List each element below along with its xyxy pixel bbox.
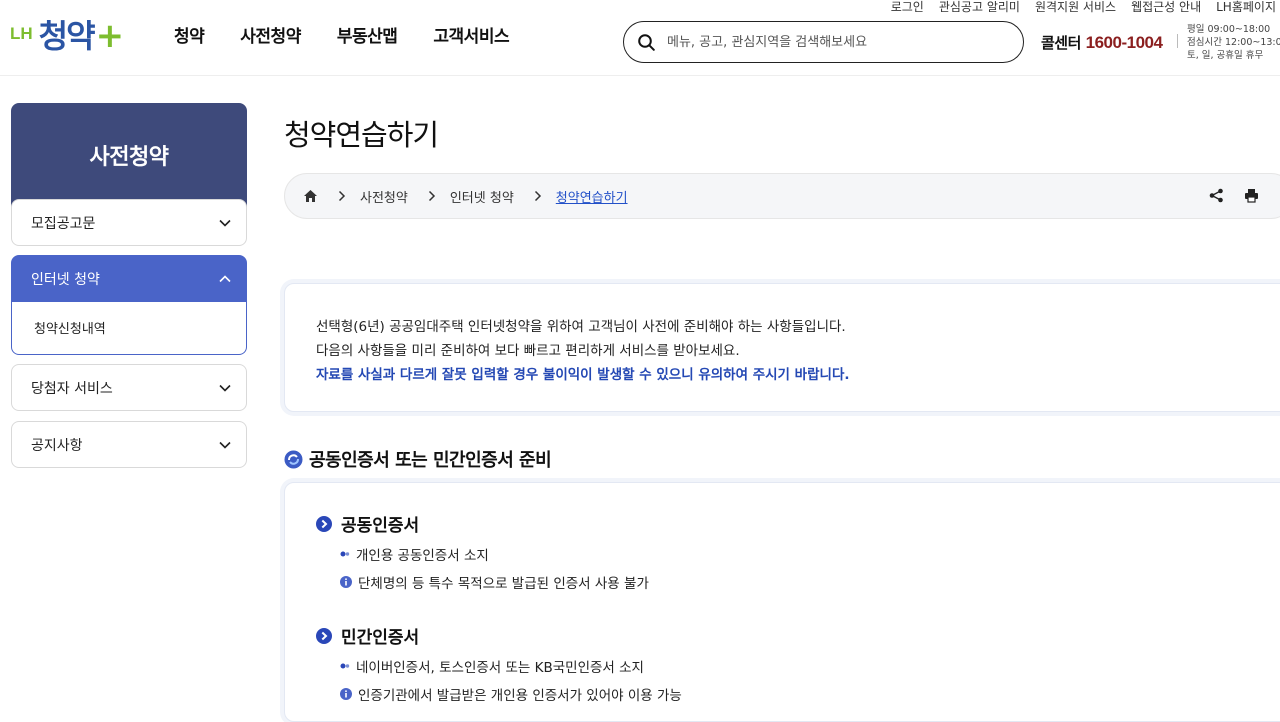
list-item: 개인용 공동인증서 소지 (340, 544, 489, 564)
sidebar-submenu: 청약신청내역 (11, 302, 247, 355)
breadcrumb-item[interactable]: 인터넷 청약 (450, 187, 514, 206)
section-title: 공동인증서 또는 민간인증서 준비 (309, 450, 552, 471)
nav-item-subscription[interactable]: 청약 (174, 22, 205, 47)
sidebar-subitem-application-history[interactable]: 청약신청내역 (34, 318, 106, 337)
info-icon (340, 688, 352, 700)
cert-heading: 공동인증서 (316, 511, 419, 536)
remote-support-link[interactable]: 원격지원 서비스 (1035, 0, 1116, 16)
print-icon[interactable] (1244, 188, 1259, 203)
notice-box: 선택형(6년) 공공임대주택 인터넷청약을 위하여 고객님이 사전에 준비해야 … (284, 283, 1280, 412)
breadcrumb-item[interactable]: 사전청약 (360, 187, 408, 206)
chevron-up-icon (218, 272, 232, 286)
arrow-circle-icon (316, 627, 332, 644)
interest-alert-link[interactable]: 관심공고 알리미 (939, 0, 1020, 16)
header-divider (1177, 34, 1178, 48)
breadcrumb: 사전청약 인터넷 청약 청약연습하기 (284, 173, 1280, 219)
info-icon (340, 576, 352, 588)
site-logo[interactable]: LH 청약 + (10, 12, 124, 56)
hours-weekday: 평일 09:00~18:00 (1187, 24, 1271, 35)
notice-warning: 자료를 사실과 다르게 잘못 입력할 경우 불이익이 발생할 수 있으니 유의하… (316, 367, 850, 383)
sidebar-item-label: 모집공고문 (31, 215, 96, 232)
notice-line: 선택형(6년) 공공임대주택 인터넷청약을 위하여 고객님이 사전에 준비해야 … (316, 319, 846, 335)
search-bar[interactable] (623, 21, 1024, 63)
cert-title: 공동인증서 (341, 516, 420, 536)
logo-main-text: 청약 (38, 17, 96, 55)
bullet-icon (340, 662, 350, 670)
nav-item-pre-subscription[interactable]: 사전청약 (240, 22, 301, 47)
list-item-text: 네이버인증서, 토스인증서 또는 KB국민인증서 소지 (356, 660, 644, 676)
chevron-down-icon (218, 438, 232, 452)
chevron-down-icon (218, 216, 232, 230)
callcenter-number: 1600-1004 (1085, 33, 1163, 52)
nav-item-customer-service[interactable]: 고객서비스 (433, 22, 509, 47)
section-heading: 공동인증서 또는 민간인증서 준비 (284, 446, 552, 472)
chevron-right-icon (534, 190, 542, 202)
callcenter: 콜센터 1600-1004 (1041, 32, 1163, 53)
sidebar-title: 사전청약 (11, 103, 247, 213)
list-item-text: 인증기관에서 발급받은 개인용 인증서가 있어야 이용 가능 (358, 688, 682, 704)
certificate-box: 공동인증서 개인용 공동인증서 소지 단체명의 등 특수 목적으로 발급된 인증… (284, 482, 1280, 722)
nav-item-real-estate-map[interactable]: 부동산맵 (337, 22, 398, 47)
chevron-down-icon (218, 381, 232, 395)
lh-homepage-link[interactable]: LH홈페이지 (1216, 0, 1276, 16)
site-header: 로그인 관심공고 알리미 원격지원 서비스 웹접근성 안내 LH홈페이지 LH … (0, 0, 1280, 76)
search-icon[interactable] (638, 33, 655, 51)
cert-heading: 민간인증서 (316, 623, 419, 648)
sidebar-item-winner-service[interactable]: 당첨자 서비스 (11, 364, 247, 411)
list-item: 단체명의 등 특수 목적으로 발급된 인증서 사용 불가 (340, 572, 649, 592)
logo-lh-text: LH (10, 24, 33, 43)
list-item: 네이버인증서, 토스인증서 또는 KB국민인증서 소지 (340, 656, 644, 676)
search-input[interactable] (667, 34, 997, 50)
sidebar-item-label: 당첨자 서비스 (31, 380, 113, 397)
callcenter-hours: 평일 09:00~18:00 점심시간 12:00~13:00 토, 일, 공휴… (1187, 23, 1280, 62)
utility-links: 로그인 관심공고 알리미 원격지원 서비스 웹접근성 안내 LH홈페이지 (891, 0, 1276, 16)
accessibility-link[interactable]: 웹접근성 안내 (1131, 0, 1201, 16)
share-icon[interactable] (1209, 188, 1224, 203)
breadcrumb-tools (1209, 188, 1259, 203)
bullet-icon (340, 550, 350, 558)
chevron-right-icon (338, 190, 346, 202)
home-icon[interactable] (303, 189, 318, 203)
chevron-right-icon (428, 190, 436, 202)
main-nav: 청약 사전청약 부동산맵 고객서비스 (174, 22, 510, 47)
refresh-badge-icon (284, 450, 303, 469)
sidebar-item-announcements[interactable]: 모집공고문 (11, 199, 247, 246)
arrow-circle-icon (316, 515, 332, 532)
notice-line: 다음의 사항들을 미리 준비하여 보다 빠르고 편리하게 서비스를 받아보세요. (316, 343, 740, 359)
hours-holiday: 토, 일, 공휴일 휴무 (1187, 50, 1264, 61)
logo-plus-mark: + (95, 16, 125, 56)
sidebar-item-notices[interactable]: 공지사항 (11, 421, 247, 468)
list-item: 인증기관에서 발급받은 개인용 인증서가 있어야 이용 가능 (340, 684, 682, 704)
page-title: 청약연습하기 (284, 118, 439, 152)
callcenter-label: 콜센터 (1041, 34, 1081, 52)
breadcrumb-current[interactable]: 청약연습하기 (556, 187, 628, 206)
sidebar-item-internet-subscription[interactable]: 인터넷 청약 (11, 255, 247, 302)
login-link[interactable]: 로그인 (891, 0, 924, 16)
cert-title: 민간인증서 (341, 628, 420, 648)
sidebar-item-label: 공지사항 (31, 437, 83, 454)
hours-lunch: 점심시간 12:00~13:00 (1187, 37, 1280, 48)
list-item-text: 단체명의 등 특수 목적으로 발급된 인증서 사용 불가 (358, 576, 649, 592)
sidebar-item-label: 인터넷 청약 (31, 271, 100, 288)
list-item-text: 개인용 공동인증서 소지 (356, 548, 489, 564)
